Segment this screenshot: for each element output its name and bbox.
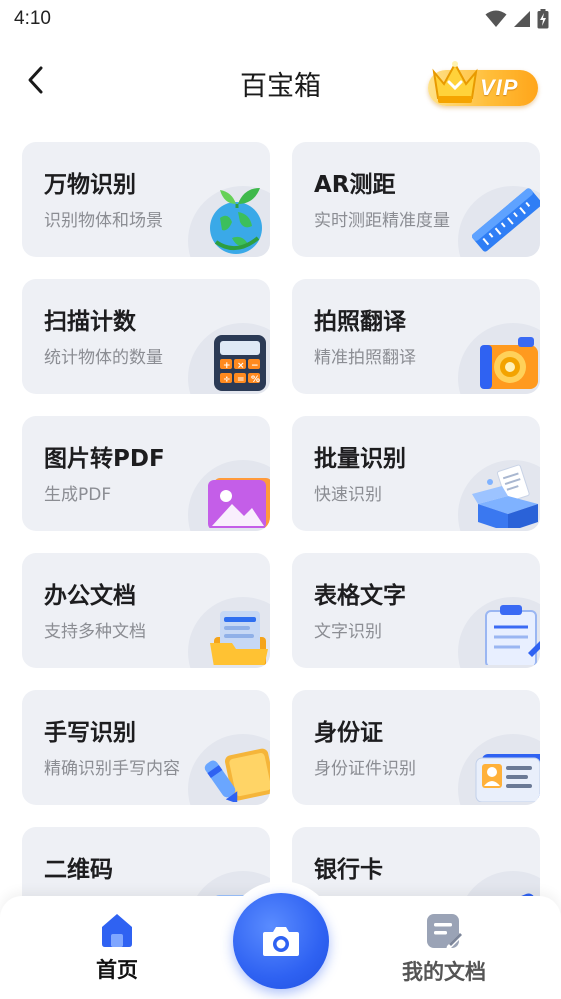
svg-text:÷: ÷ xyxy=(223,375,231,385)
header: 百宝箱 VIP xyxy=(0,48,561,114)
tool-subtitle: 精确识别手写内容 xyxy=(44,759,180,779)
tool-title: 扫描计数 xyxy=(44,309,136,335)
tool-subtitle: 识别物体和场景 xyxy=(44,211,163,231)
tool-card-image-to-pdf[interactable]: 图片转PDF 生成PDF xyxy=(22,416,270,531)
clipboard-icon xyxy=(485,605,540,665)
tool-subtitle: 快速识别 xyxy=(314,485,382,505)
calculator-icon: + × − ÷ =% xyxy=(214,335,266,391)
nav-docs-label: 我的文档 xyxy=(402,960,486,984)
camera-button[interactable] xyxy=(233,893,329,989)
home-icon xyxy=(102,914,132,947)
tool-card-handwriting[interactable]: 手写识别 精确识别手写内容 xyxy=(22,690,270,805)
tool-title: 身份证 xyxy=(314,720,383,746)
tool-subtitle: 统计物体的数量 xyxy=(44,348,163,368)
camera-icon xyxy=(263,927,299,956)
document-edit-icon xyxy=(427,914,463,950)
tool-title: 批量识别 xyxy=(314,446,406,472)
tool-title: AR测距 xyxy=(314,172,396,198)
globe-plant-icon xyxy=(210,188,262,254)
tool-card-batch-recognition[interactable]: 批量识别 快速识别 xyxy=(292,416,540,531)
image-icon xyxy=(208,478,270,528)
tool-card-id-card[interactable]: 身份证 身份证件识别 xyxy=(292,690,540,805)
vip-button[interactable]: VIP xyxy=(418,58,538,108)
tool-subtitle: 生成PDF xyxy=(44,485,112,505)
tool-title: 办公文档 xyxy=(44,583,136,609)
tool-subtitle: 身份证件识别 xyxy=(314,759,416,779)
tool-card-scan-count[interactable]: 扫描计数 统计物体的数量 + × − ÷ =% xyxy=(22,279,270,394)
nav-home-label: 首页 xyxy=(96,958,138,982)
tool-grid: 万物识别 识别物体和场景 AR测距 实时测距精准度量 扫描计数 统计物体的数量 … xyxy=(22,142,540,942)
tool-card-table-text[interactable]: 表格文字 文字识别 xyxy=(292,553,540,668)
nav-my-documents[interactable]: 我的文档 xyxy=(392,912,496,986)
tool-title: 银行卡 xyxy=(314,857,383,883)
crown-icon xyxy=(432,61,478,103)
tool-title: 拍照翻译 xyxy=(314,309,406,335)
tool-subtitle: 实时测距精准度量 xyxy=(314,211,450,231)
signal-icon xyxy=(514,11,530,27)
ruler-icon xyxy=(472,188,540,252)
svg-text:%: % xyxy=(251,375,260,385)
wifi-icon xyxy=(485,10,507,27)
tool-card-photo-translate[interactable]: 拍照翻译 精准拍照翻译 xyxy=(292,279,540,394)
nav-home[interactable]: 首页 xyxy=(86,912,148,984)
status-icons xyxy=(485,9,549,29)
svg-text:×: × xyxy=(237,361,245,371)
tool-title: 表格文字 xyxy=(314,583,406,609)
id-card-icon xyxy=(475,754,540,802)
tool-subtitle: 支持多种文档 xyxy=(44,622,146,642)
tool-card-office-docs[interactable]: 办公文档 支持多种文档 xyxy=(22,553,270,668)
tool-card-ar-measure[interactable]: AR测距 实时测距精准度量 xyxy=(292,142,540,257)
tool-title: 二维码 xyxy=(44,857,113,883)
tool-subtitle: 文字识别 xyxy=(314,622,382,642)
svg-text:−: − xyxy=(251,361,259,371)
tool-title: 万物识别 xyxy=(44,172,136,198)
folder-document-icon xyxy=(210,611,268,665)
tool-title: 手写识别 xyxy=(44,720,136,746)
battery-charging-icon xyxy=(537,9,549,29)
tool-card-object-recognition[interactable]: 万物识别 识别物体和场景 xyxy=(22,142,270,257)
status-time: 4:10 xyxy=(14,8,51,29)
camera-icon xyxy=(480,337,538,389)
vip-label: VIP xyxy=(480,75,519,100)
tool-title: 图片转PDF xyxy=(44,446,165,472)
svg-text:=: = xyxy=(237,375,245,385)
status-bar: 4:10 xyxy=(0,0,561,38)
tool-subtitle: 精准拍照翻译 xyxy=(314,348,416,368)
pen-notebook-icon xyxy=(204,748,270,802)
box-documents-icon xyxy=(472,464,538,528)
svg-text:+: + xyxy=(223,361,231,371)
